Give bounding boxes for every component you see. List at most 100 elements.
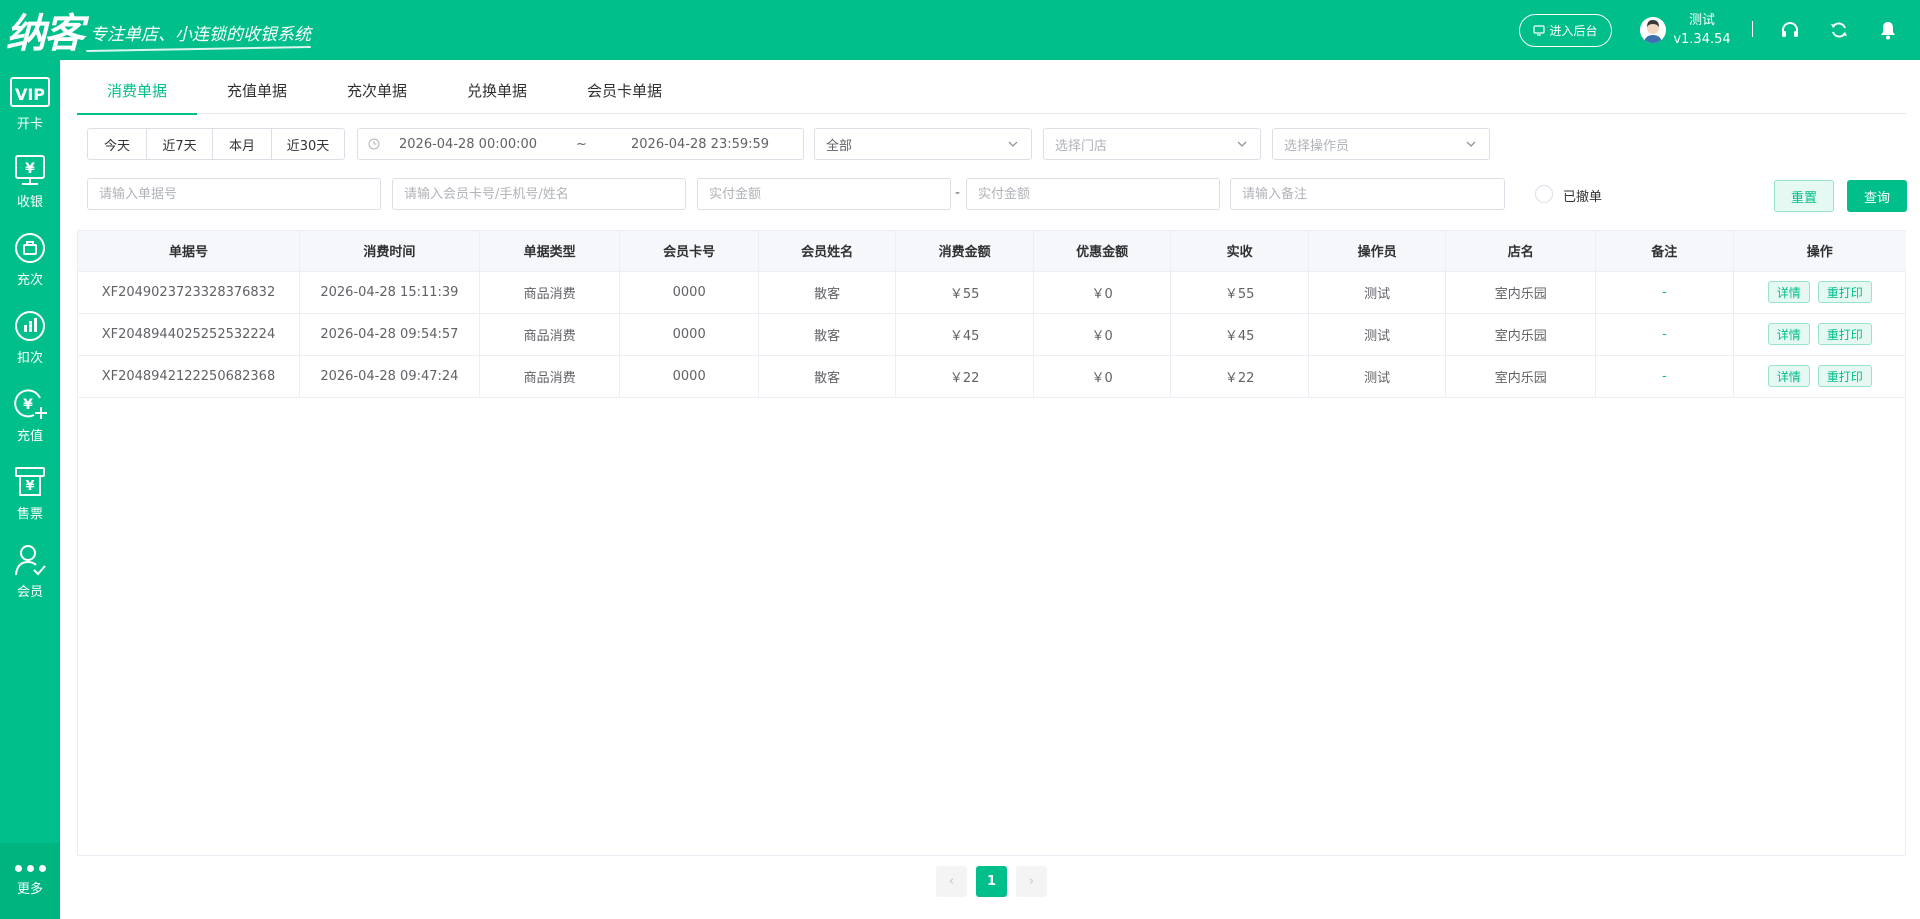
amount-range-separator: - [955,185,961,201]
column-header: 会员姓名 [758,231,897,272]
cancelled-label[interactable]: 已撤单 [1563,186,1602,205]
cell-received: ￥22 [1170,355,1309,398]
cell-remark: - [1595,271,1734,314]
cell-operator: 测试 [1308,271,1447,314]
pagination-page-current[interactable]: 1 [976,866,1007,897]
bell-icon[interactable] [1877,19,1899,41]
cell-card-no: 0000 [619,313,759,356]
tab-exchange-bills[interactable]: 兑换单据 [437,80,557,114]
pagination-next-button[interactable]: › [1016,866,1047,897]
bill-type-select[interactable]: 全部 [814,128,1032,160]
cell-discount: ￥0 [1033,355,1172,398]
detail-button[interactable]: 详情 [1767,365,1810,387]
column-header: 操作员 [1308,231,1447,272]
user-name: 测试 [1688,13,1715,28]
cell-received: ￥45 [1170,313,1309,356]
order-number-input[interactable] [87,178,381,210]
logo-slogan: 专注单店、小连锁的收银系统 [90,20,311,45]
left-sidebar: VIP 开卡 ¥ 收银 充次 扣次 ¥ 充值 ¥ 售票 会员 更多 [0,60,60,919]
quick-7days-button[interactable]: 近7天 [147,129,213,159]
cell-type: 商品消费 [479,313,621,356]
cell-member-name: 散客 [758,271,897,314]
tab-member-card-bills[interactable]: 会员卡单据 [557,80,692,114]
headset-icon[interactable] [1779,19,1801,41]
date-range-picker[interactable]: 2026-04-28 00:00:00 ~ 2026-04-28 23:59:5… [357,128,804,160]
enter-backend-button[interactable]: 进入后台 [1519,14,1612,47]
bill-type-value: 全部 [826,138,853,154]
svg-text:¥: ¥ [23,397,33,413]
quick-today-button[interactable]: 今天 [88,129,147,159]
sidebar-item-label: 扣次 [16,351,43,366]
cell-amount: ￥45 [895,313,1034,356]
sidebar-more-label: 更多 [16,882,43,897]
user-avatar[interactable] [1640,17,1666,43]
detail-button[interactable]: 详情 [1767,323,1810,345]
amount-min-input[interactable] [697,178,951,210]
reprint-button[interactable]: 重打印 [1817,323,1872,345]
cell-actions: 详情 重打印 [1733,355,1906,398]
sidebar-item-label: 售票 [16,507,43,522]
column-header: 备注 [1595,231,1734,272]
sidebar-item-ticket[interactable]: ¥ 售票 [0,462,60,534]
top-header: 纳客 专注单店、小连锁的收银系统 进入后台 测试 v1.34.54 [0,0,1920,60]
sidebar-item-deduct-times[interactable]: 扣次 [0,306,60,378]
deduct-times-icon [10,306,50,346]
operator-select-placeholder: 选择操作员 [1284,138,1350,154]
quick-30days-button[interactable]: 近30天 [272,129,344,159]
amount-max-input[interactable] [966,178,1220,210]
cell-time: 2026-04-28 09:47:24 [299,355,480,398]
reprint-button[interactable]: 重打印 [1817,281,1872,303]
cell-operator: 测试 [1308,355,1447,398]
column-header: 单据号 [78,231,300,272]
cell-actions: 详情 重打印 [1733,313,1906,356]
sidebar-item-recharge-times[interactable]: 充次 [0,228,60,300]
table-header-row: 单据号 消费时间 单据类型 会员卡号 会员姓名 消费金额 优惠金额 实收 操作员… [78,231,1906,272]
member-icon [10,540,50,580]
refresh-icon[interactable] [1828,19,1850,41]
sidebar-item-label: 充次 [16,273,43,288]
cell-store: 室内乐园 [1445,271,1597,314]
cell-discount: ￥0 [1033,271,1172,314]
header-divider [1752,21,1753,37]
pagination-prev-button[interactable]: ‹ [936,866,967,897]
reset-button[interactable]: 重置 [1774,180,1834,212]
reprint-button[interactable]: 重打印 [1817,365,1872,387]
table-row: XF2048944025252532224 2026-04-28 09:54:5… [78,313,1906,356]
member-search-input[interactable] [392,178,686,210]
tab-recharge-bills[interactable]: 充值单据 [197,80,317,114]
query-button[interactable]: 查询 [1847,180,1907,212]
table-row: XF2048942122250682368 2026-04-28 09:47:2… [78,355,1906,398]
cell-discount: ￥0 [1033,313,1172,356]
tab-times-recharge-bills[interactable]: 充次单据 [317,80,437,114]
sidebar-item-recharge[interactable]: ¥ 充值 [0,384,60,456]
detail-button[interactable]: 详情 [1767,281,1810,303]
sidebar-item-open-card[interactable]: VIP 开卡 [0,72,60,144]
store-select[interactable]: 选择门店 [1043,128,1261,160]
sidebar-item-member[interactable]: 会员 [0,540,60,612]
user-info[interactable]: 测试 v1.34.54 [1672,11,1732,49]
quick-month-button[interactable]: 本月 [213,129,272,159]
column-header: 优惠金额 [1033,231,1172,272]
sidebar-more-button[interactable]: 更多 [0,843,60,919]
bills-table: 单据号 消费时间 单据类型 会员卡号 会员姓名 消费金额 优惠金额 实收 操作员… [77,230,1906,856]
vip-card-icon: VIP [10,72,50,112]
operator-select[interactable]: 选择操作员 [1272,128,1490,160]
date-start-value[interactable]: 2026-04-28 00:00:00 [399,129,537,159]
column-header: 店名 [1445,231,1597,272]
recharge-times-icon [10,228,50,268]
date-end-value[interactable]: 2026-04-28 23:59:59 [631,129,769,159]
remark-input[interactable] [1230,178,1505,210]
sidebar-item-label: 收银 [16,195,43,210]
cell-remark: - [1595,313,1734,356]
cancelled-radio[interactable] [1535,185,1553,203]
quick-date-group: 今天 近7天 本月 近30天 [87,128,345,160]
cashier-icon: ¥ [10,150,50,190]
sidebar-item-cashier[interactable]: ¥ 收银 [0,150,60,222]
logo-title: 纳客 [6,10,84,57]
cell-time: 2026-04-28 09:54:57 [299,313,480,356]
cell-actions: 详情 重打印 [1733,271,1906,314]
column-header: 消费时间 [299,231,480,272]
tab-consumption-bills[interactable]: 消费单据 [77,80,197,115]
store-select-placeholder: 选择门店 [1055,138,1108,154]
cell-store: 室内乐园 [1445,313,1597,356]
